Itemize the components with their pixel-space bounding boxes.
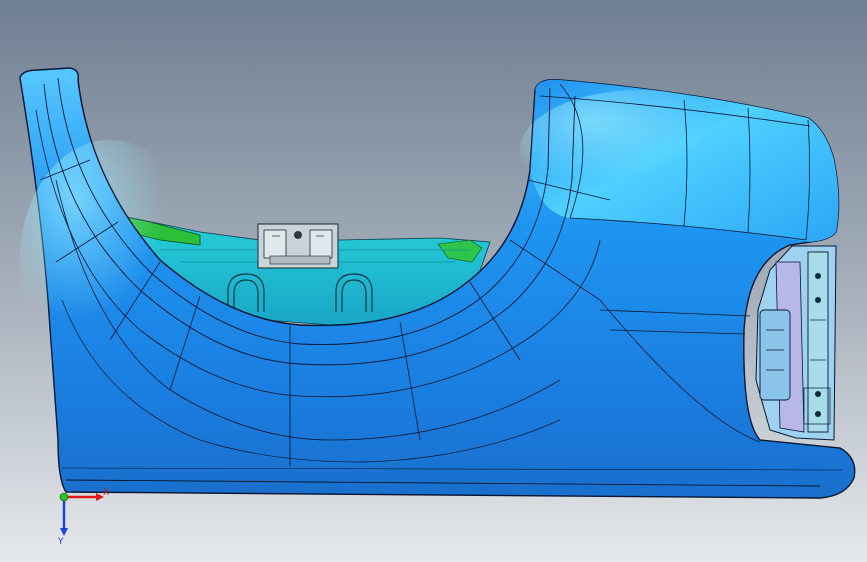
model-view[interactable]: X Y — [0, 0, 867, 562]
mount-bracket — [257, 223, 339, 269]
3d-viewport[interactable]: X Y — [0, 0, 867, 562]
front-bracket-assembly — [755, 245, 837, 441]
x-axis-label: X — [103, 488, 109, 498]
origin-icon — [59, 492, 69, 502]
y-axis-label: Y — [57, 537, 64, 547]
